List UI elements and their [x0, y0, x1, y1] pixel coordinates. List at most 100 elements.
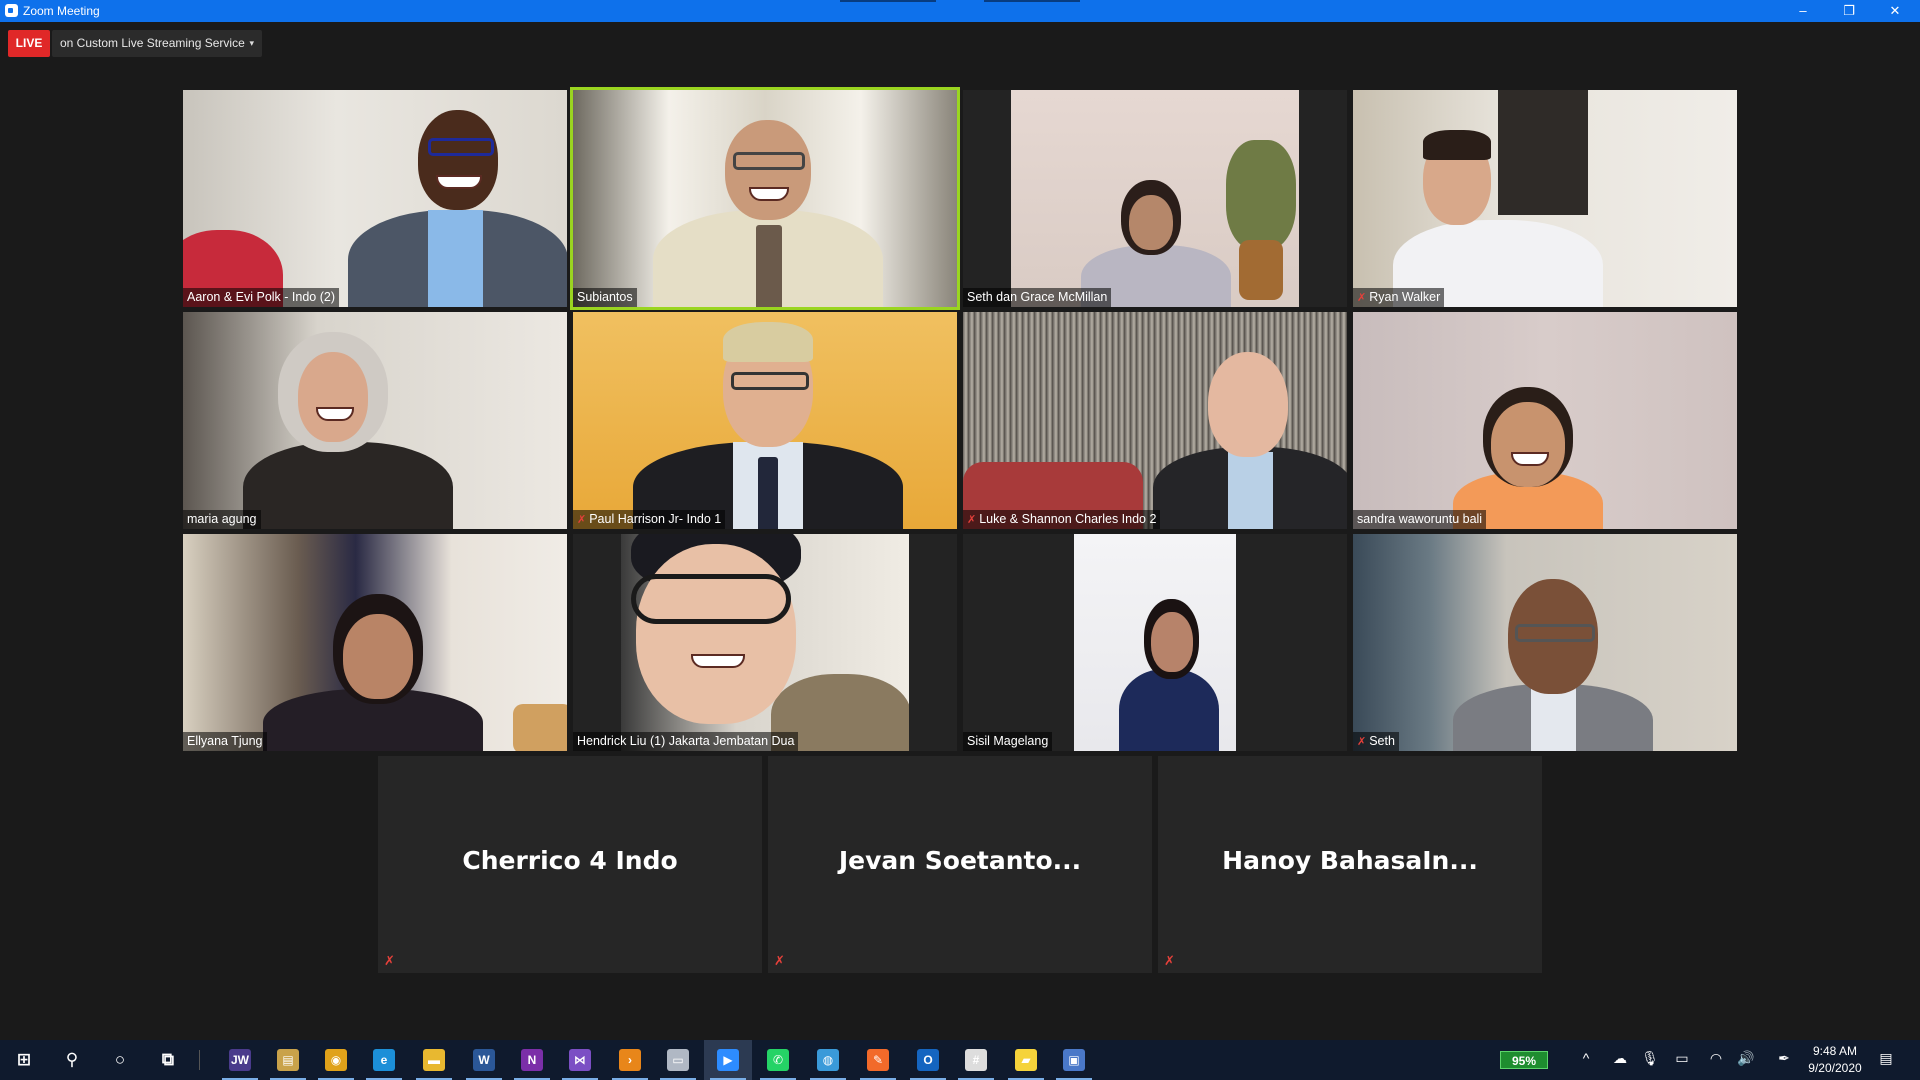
circle-icon: ○	[114, 1050, 126, 1069]
participant-tile[interactable]: Ellyana Tjung	[183, 534, 567, 751]
chevron-up-icon[interactable]: ^	[1576, 1050, 1596, 1066]
participant-name-tag: ✗ Seth	[1353, 732, 1399, 751]
participant-tile[interactable]: ✗ Luke & Shannon Charles Indo 2	[963, 312, 1347, 529]
title-bar: Zoom Meeting – ❐ ✕	[0, 0, 1920, 22]
participant-tile[interactable]: Aaron & Evi Polk - Indo (2)	[183, 90, 567, 307]
taskbar-zoom-button[interactable]: ▶	[704, 1040, 752, 1080]
participant-name-tag: Ellyana Tjung	[183, 732, 267, 751]
title-tab-indicator	[840, 0, 936, 2]
muted-mic-icon: ✗	[774, 953, 785, 968]
taskbar-chrome-button[interactable]: ◉	[312, 1040, 360, 1080]
participant-tile[interactable]: Seth dan Grace McMillan	[963, 90, 1347, 307]
muted-mic-icon: ✗	[384, 953, 395, 968]
onenote-icon: N	[521, 1049, 543, 1071]
participant-video	[183, 312, 567, 529]
participant-name-tag: ✗ Ryan Walker	[1353, 288, 1445, 307]
participant-name: Cherrico 4 Indo	[462, 846, 678, 875]
participant-name: Ellyana Tjung	[187, 734, 263, 748]
taskbar-jw-library-button[interactable]: JW	[216, 1040, 264, 1080]
audio-only-tile[interactable]: Hanoy BahasaIn... ✗	[1158, 756, 1542, 973]
participant-name: sandra waworuntu bali	[1357, 512, 1483, 526]
participant-tile[interactable]: ✗ Paul Harrison Jr- Indo 1	[573, 312, 957, 529]
folder-icon: ▬	[423, 1049, 445, 1071]
participant-name: Paul Harrison Jr- Indo 1	[589, 512, 722, 526]
microphone-icon[interactable]: 🎙	[1640, 1050, 1660, 1067]
taskbar-start-button[interactable]: ⊞	[0, 1040, 48, 1080]
visual-studio-icon: ⋈	[569, 1049, 591, 1071]
participant-name: Hanoy BahasaIn...	[1222, 846, 1478, 875]
participant-tile[interactable]: Sisil Magelang	[963, 534, 1347, 751]
clock-date: 9/20/2020	[1808, 1061, 1862, 1075]
notifications-icon[interactable]: ▤	[1876, 1050, 1896, 1067]
participant-name: Hendrick Liu (1) Jakarta Jembatan Dua	[577, 734, 795, 748]
participant-name: Seth dan Grace McMillan	[967, 290, 1108, 304]
live-stream-dropdown[interactable]: on Custom Live Streaming Service ▾	[52, 30, 262, 57]
windows-icon: ⊞	[16, 1050, 32, 1069]
window-title: Zoom Meeting	[23, 4, 100, 18]
participant-video	[621, 534, 909, 751]
clock-time: 9:48 AM	[1812, 1044, 1858, 1058]
cloud-icon[interactable]: ☁	[1610, 1050, 1630, 1067]
participant-name-tag: sandra waworuntu bali	[1353, 510, 1487, 529]
taskbar-search-button[interactable]: ⚲	[48, 1040, 96, 1080]
taskbar-slack-button[interactable]: #	[952, 1040, 1000, 1080]
taskbar-visual-studio-button[interactable]: ⋈	[556, 1040, 604, 1080]
participant-name-tag: Hendrick Liu (1) Jakarta Jembatan Dua	[573, 732, 799, 751]
participant-tile[interactable]: Hendrick Liu (1) Jakarta Jembatan Dua	[573, 534, 957, 751]
taskbar-outlook-button[interactable]: O	[904, 1040, 952, 1080]
minimize-button[interactable]: –	[1780, 0, 1826, 22]
taskbar-pen-app-button[interactable]: ✎	[854, 1040, 902, 1080]
participant-tile[interactable]: sandra waworuntu bali	[1353, 312, 1737, 529]
close-button[interactable]: ✕	[1872, 0, 1918, 22]
audio-only-tile[interactable]: Jevan Soetanto... ✗	[768, 756, 1152, 973]
system-clock[interactable]: 9:48 AM 9/20/2020	[1800, 1043, 1870, 1077]
participant-tile[interactable]: ✗ Ryan Walker	[1353, 90, 1737, 307]
taskbar-paint-button[interactable]: ◍	[804, 1040, 852, 1080]
chevron-right-icon: ›	[619, 1049, 641, 1071]
title-tab-indicator	[984, 0, 1080, 2]
participant-video	[183, 90, 567, 307]
taskbar-edge-button[interactable]: e	[360, 1040, 408, 1080]
taskbar-sticky-notes-button[interactable]: ▰	[1002, 1040, 1050, 1080]
participant-video	[573, 90, 957, 307]
participant-tile[interactable]: ✗ Seth	[1353, 534, 1737, 751]
taskbar-store-folder-button[interactable]: ▤	[264, 1040, 312, 1080]
taskbar-task-view-button[interactable]: ⧉	[144, 1040, 192, 1080]
taskbar-snip-button[interactable]: ▭	[654, 1040, 702, 1080]
audio-only-tile[interactable]: Cherrico 4 Indo ✗	[378, 756, 762, 973]
participant-name: Luke & Shannon Charles Indo 2	[979, 512, 1157, 526]
participant-name: Seth	[1369, 734, 1395, 748]
live-badge: LIVE	[8, 30, 50, 57]
taskbar-remote-desktop-button[interactable]: ▣	[1050, 1040, 1098, 1080]
participant-name-tag: Seth dan Grace McMillan	[963, 288, 1112, 307]
taskbar: ⊞ ⚲ ○ ⧉ JW ▤ ◉ e ▬ W N ⋈ › ▭ ▶ ✆ ◍ ✎ O # ▰ ▣ 95% ^ ☁ 🎙 ▭ ◠ 🔊 ✒ 9:48…	[0, 1040, 1920, 1080]
battery-percentage[interactable]: 95%	[1500, 1051, 1548, 1069]
taskbar-terminal-button[interactable]: ›	[606, 1040, 654, 1080]
volume-icon[interactable]: 🔊	[1736, 1050, 1756, 1067]
taskbar-cortana-button[interactable]: ○	[96, 1040, 144, 1080]
taskbar-file-explorer-button[interactable]: ▬	[410, 1040, 458, 1080]
wifi-icon[interactable]: ◠	[1706, 1050, 1726, 1067]
participant-name-tag: Sisil Magelang	[963, 732, 1053, 751]
zoom-icon: ▶	[717, 1049, 739, 1071]
battery-icon[interactable]: ▭	[1672, 1050, 1692, 1067]
store-icon: ▤	[277, 1049, 299, 1071]
word-icon: W	[473, 1049, 495, 1071]
participant-name-tag: ✗ Luke & Shannon Charles Indo 2	[963, 510, 1161, 529]
taskbar-onenote-button[interactable]: N	[508, 1040, 556, 1080]
paint-icon: ◍	[817, 1049, 839, 1071]
pen-workspace-icon[interactable]: ✒	[1774, 1050, 1794, 1067]
muted-mic-icon: ✗	[1357, 292, 1367, 304]
outlook-icon: O	[917, 1049, 939, 1071]
participant-name: maria agung	[187, 512, 257, 526]
participant-tile[interactable]: maria agung	[183, 312, 567, 529]
participant-tile-active-speaker[interactable]: Subiantos	[573, 90, 957, 307]
notes-icon: ▰	[1015, 1049, 1037, 1071]
restore-button[interactable]: ❐	[1826, 0, 1872, 22]
participant-video	[1353, 90, 1737, 307]
taskbar-whatsapp-button[interactable]: ✆	[754, 1040, 802, 1080]
chevron-down-icon: ▾	[249, 38, 254, 48]
participant-name: Ryan Walker	[1369, 290, 1441, 304]
taskbar-word-button[interactable]: W	[460, 1040, 508, 1080]
participant-video	[183, 534, 567, 751]
